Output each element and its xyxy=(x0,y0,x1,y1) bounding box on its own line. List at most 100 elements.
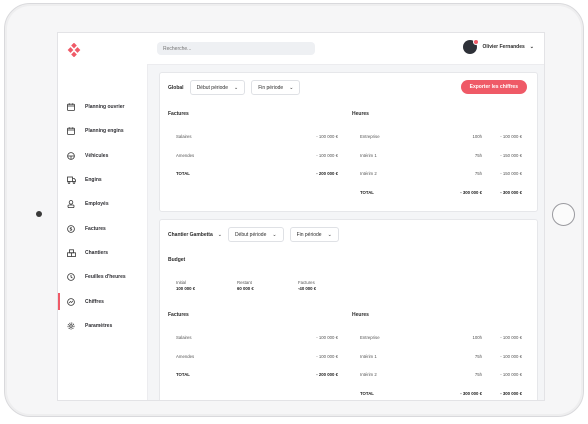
svg-text:$: $ xyxy=(69,226,72,232)
global-card: Global Début période ⌄ Fin période ⌄ Expor… xyxy=(159,72,538,212)
export-button[interactable]: Exporter les chiffres xyxy=(460,80,527,94)
table-row-hours: 100h xyxy=(472,134,482,139)
heures-title: Heures xyxy=(352,312,369,318)
chart-icon xyxy=(66,297,76,307)
sidebar-item-label: Engins xyxy=(85,177,102,184)
start-period-dropdown[interactable]: Début période ⌄ xyxy=(227,227,284,242)
gear-icon xyxy=(66,321,76,331)
start-period-label: Début période xyxy=(196,84,228,91)
notification-dot xyxy=(472,39,479,45)
heures-title: Heures xyxy=(352,111,369,117)
sidebar-item-chiffres[interactable]: Chiffres xyxy=(58,289,147,313)
factures-title: Factures xyxy=(168,111,189,117)
sidebar-item-planning-ouvrier[interactable]: Planning ouvrier xyxy=(58,95,147,119)
chevron-down-icon: ⌄ xyxy=(233,84,239,91)
table-row-label: Salaires xyxy=(176,335,192,340)
sidebar-item-planning-engins[interactable]: Planning engins xyxy=(58,119,147,143)
factures-title: Factures xyxy=(168,312,189,318)
table-row-value: - 100 000 € xyxy=(316,353,338,359)
budget-title: Budget xyxy=(168,257,186,263)
table-row-label: Entreprise xyxy=(360,335,380,340)
table-row-hours: 75h xyxy=(474,152,482,158)
chantier-card: Chantier Gambetta ⌄ Début période ⌄ Fin p… xyxy=(159,219,538,400)
start-period-label: Début période xyxy=(234,231,267,238)
budget-item-value: 100 000 € xyxy=(176,286,196,291)
table-row-label: Amendes xyxy=(176,152,195,158)
table-row-hours: 75h xyxy=(474,171,482,176)
steering-wheel-icon xyxy=(66,151,76,161)
sidebar-item-factures[interactable]: $ Factures xyxy=(58,216,147,240)
global-filters: Global Début période ⌄ Fin période ⌄ xyxy=(168,80,301,95)
top-bar: Olivier Fernandes ⌄ xyxy=(147,33,544,65)
sidebar-item-label: Feuilles d'heures xyxy=(85,274,126,281)
table-row-label: Salaires xyxy=(176,134,192,139)
end-period-dropdown[interactable]: Fin période ⌄ xyxy=(251,80,301,95)
sidebar-nav: Planning ouvrier Planning engins Véhicules… xyxy=(58,95,147,338)
sidebar-item-label: Chantiers xyxy=(85,249,109,256)
app-logo[interactable] xyxy=(67,43,81,57)
table-row-value: - 150 000 € xyxy=(500,171,522,176)
sidebar-item-param-tres[interactable]: Paramètres xyxy=(58,314,147,338)
user-menu[interactable]: Olivier Fernandes ⌄ xyxy=(462,39,534,54)
table-row-value: - 100 000 € xyxy=(316,134,338,139)
table-row-label: TOTAL xyxy=(360,189,374,195)
table-row-value: - 300 000 € xyxy=(500,390,522,396)
table-row-value: - 200 000 € xyxy=(316,372,338,377)
sidebar-item-employ-s[interactable]: Employés xyxy=(58,192,147,216)
sidebar-item-label: Planning ouvrier xyxy=(85,104,125,111)
table-row-label: Intérim 2 xyxy=(360,372,377,377)
calendar-icon xyxy=(66,126,76,136)
table-row-value: - 100 000 € xyxy=(500,353,522,359)
chevron-down-icon: ⌄ xyxy=(327,231,332,238)
filter-label: Global xyxy=(168,84,184,91)
chevron-down-icon: ⌄ xyxy=(289,84,294,91)
dollar-icon: $ xyxy=(66,224,76,234)
budget-item: Restant 60 000 € xyxy=(237,280,254,292)
table-row-label: TOTAL xyxy=(176,171,190,176)
table-row-label: Entreprise xyxy=(360,134,380,139)
calendar-icon xyxy=(66,102,76,112)
person-icon xyxy=(66,199,76,209)
budget-item: Initial 100 000 € xyxy=(176,280,195,292)
table-row-value: - 100 000 € xyxy=(316,335,338,340)
table-row-hours: 100h xyxy=(472,335,482,340)
end-period-dropdown[interactable]: Fin période ⌄ xyxy=(289,227,339,242)
table-row-hours: - 300 000 € xyxy=(460,189,482,195)
chevron-down-icon[interactable]: ⌄ xyxy=(218,232,222,238)
start-period-dropdown[interactable]: Début période ⌄ xyxy=(189,80,246,95)
table-row-value: - 300 000 € xyxy=(500,189,522,195)
sidebar-item-label: Planning engins xyxy=(85,128,124,135)
table-row-label: Intérim 1 xyxy=(360,152,377,158)
table-row-value: - 100 000 € xyxy=(500,134,522,139)
home-button[interactable] xyxy=(552,203,575,226)
sidebar-item-label: Paramètres xyxy=(85,322,113,329)
table-row-hours: 75h xyxy=(474,372,482,377)
budget-item-value: 60 000 € xyxy=(237,286,254,291)
camera-dot xyxy=(36,211,42,217)
sidebar-item-chantiers[interactable]: Chantiers xyxy=(58,241,147,265)
table-row-value: - 100 000 € xyxy=(316,152,338,158)
end-period-label: Fin période xyxy=(296,231,322,238)
end-period-label: Fin période xyxy=(258,84,284,91)
budget-item-value: -40 000 € xyxy=(298,286,317,291)
sidebar-item-label: Employés xyxy=(85,201,109,208)
search-input[interactable] xyxy=(157,42,315,55)
sidebar-item-label: Véhicules xyxy=(85,152,109,159)
table-row-label: Intérim 2 xyxy=(360,171,377,176)
table-row-value: - 100 000 € xyxy=(500,335,522,340)
clock-icon xyxy=(66,272,76,282)
chantier-filters: Chantier Gambetta ⌄ Début période ⌄ Fin p… xyxy=(168,227,339,242)
budget-item: Factures -40 000 € xyxy=(298,280,316,292)
table-row-label: Intérim 1 xyxy=(360,353,377,359)
chantier-label: Chantier Gambetta xyxy=(168,231,213,238)
sidebar-item-feuilles-d-heures[interactable]: Feuilles d'heures xyxy=(58,265,147,289)
sidebar-item-v-hicules[interactable]: Véhicules xyxy=(58,144,147,168)
chevron-down-icon: ⌄ xyxy=(272,231,277,238)
sidebar: Planning ouvrier Planning engins Véhicules… xyxy=(58,33,148,400)
table-row-value: - 200 000 € xyxy=(316,171,338,176)
sidebar-item-engins[interactable]: Engins xyxy=(58,168,147,192)
table-row-hours: 75h xyxy=(474,353,482,359)
table-row-hours: - 300 000 € xyxy=(460,390,482,396)
sidebar-item-label: Factures xyxy=(85,225,106,232)
table-row-value: - 150 000 € xyxy=(500,152,522,158)
